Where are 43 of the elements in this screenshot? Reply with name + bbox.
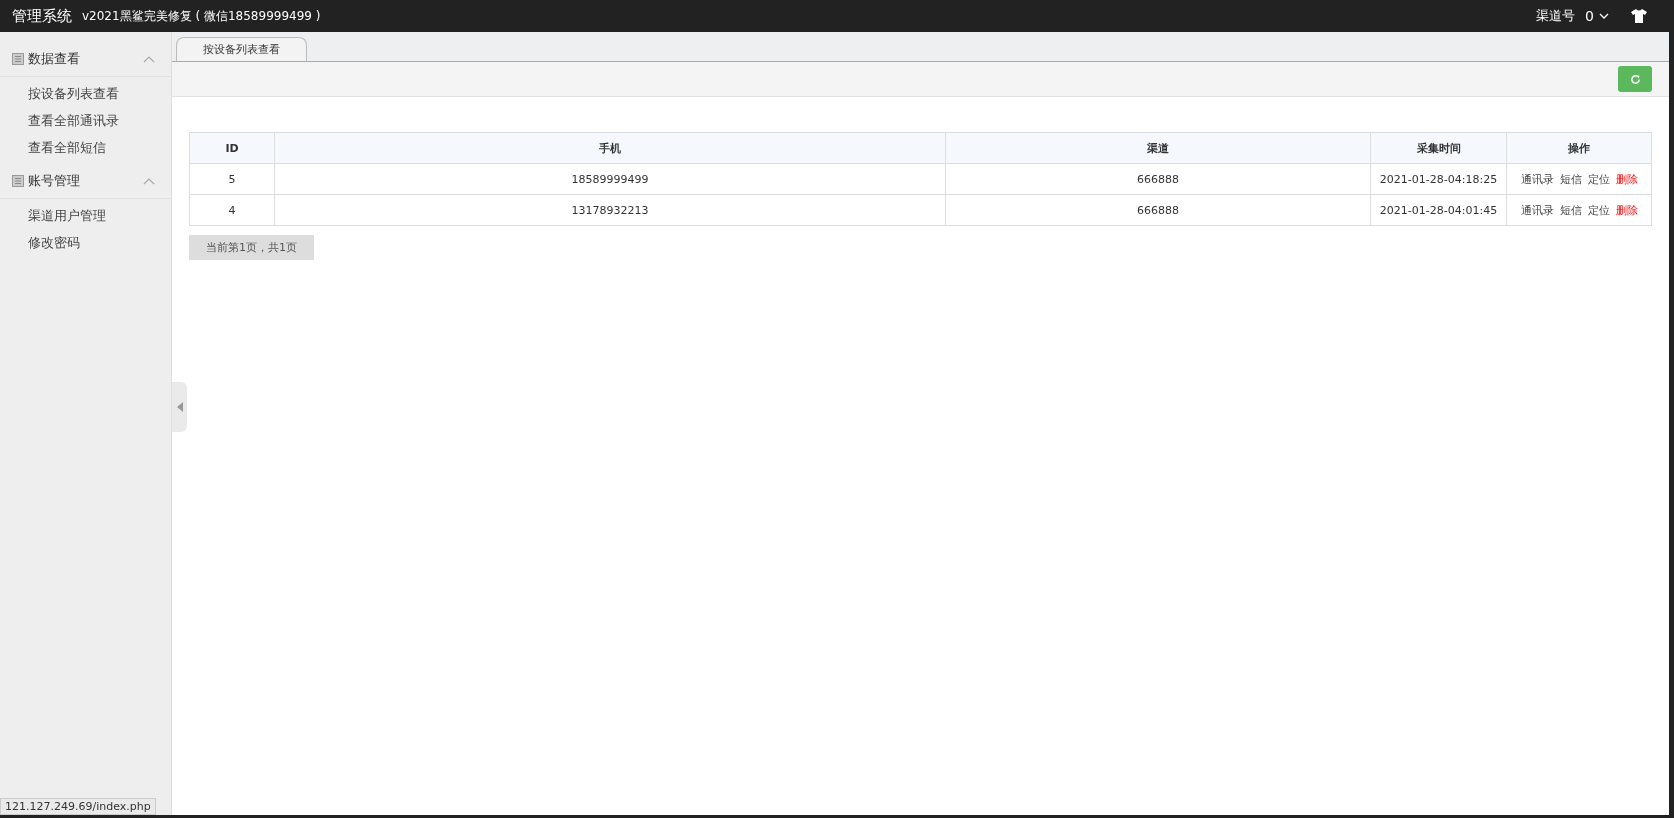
sidebar-item[interactable]: 查看全部短信 — [0, 134, 171, 161]
channel-dropdown[interactable]: 0 — [1585, 8, 1609, 24]
list-icon — [12, 175, 24, 187]
action-link[interactable]: 短信 — [1559, 172, 1582, 186]
table-cell: 666888 — [945, 163, 1371, 195]
table-cell: 5 — [189, 163, 275, 195]
app-title: 管理系统 — [12, 6, 72, 26]
delete-link[interactable]: 删除 — [1615, 203, 1638, 217]
column-header: 渠道 — [945, 132, 1371, 164]
tab[interactable]: 按设备列表查看 — [176, 37, 307, 61]
column-header: ID — [189, 132, 275, 164]
sidebar-item[interactable]: 修改密码 — [0, 229, 171, 256]
action-link[interactable]: 通讯录 — [1520, 203, 1554, 217]
table-cell: 13178932213 — [274, 194, 946, 226]
chevron-down-icon — [1599, 13, 1609, 19]
delete-link[interactable]: 删除 — [1615, 172, 1638, 186]
refresh-button[interactable] — [1618, 66, 1652, 92]
action-link[interactable]: 短信 — [1559, 203, 1582, 217]
action-link[interactable]: 通讯录 — [1520, 172, 1554, 186]
pagination-info: 当前第1页，共1页 — [189, 235, 314, 260]
table-cell: 18589999499 — [274, 163, 946, 195]
table-cell: 2021-01-28-04:18:25 — [1370, 163, 1507, 195]
table-cell: 666888 — [945, 194, 1371, 226]
refresh-icon — [1629, 73, 1641, 85]
column-header: 操作 — [1506, 132, 1652, 164]
status-url: 121.127.249.69/index.php — [0, 798, 156, 815]
sidebar-group-header[interactable]: 账号管理 — [0, 164, 171, 199]
channel-label: 渠道号 — [1536, 7, 1576, 25]
table-cell: 2021-01-28-04:01:45 — [1370, 194, 1507, 226]
table-cell: 4 — [189, 194, 275, 226]
sidebar-item[interactable]: 按设备列表查看 — [0, 80, 171, 107]
action-link[interactable]: 定位 — [1587, 203, 1610, 217]
column-header: 手机 — [274, 132, 946, 164]
app-subtitle: v2021黑鲨完美修复 ( 微信18589999499 ) — [82, 7, 321, 25]
sidebar-item[interactable]: 渠道用户管理 — [0, 202, 171, 229]
column-header: 采集时间 — [1370, 132, 1507, 164]
sidebar-item[interactable]: 查看全部通讯录 — [0, 107, 171, 134]
list-icon — [12, 53, 24, 65]
shirt-icon[interactable] — [1631, 9, 1647, 23]
sidebar-group-header[interactable]: 数据查看 — [0, 42, 171, 77]
collapse-arrow-icon — [176, 402, 183, 412]
sidebar-collapse-handle[interactable] — [172, 382, 187, 432]
action-link[interactable]: 定位 — [1587, 172, 1610, 186]
